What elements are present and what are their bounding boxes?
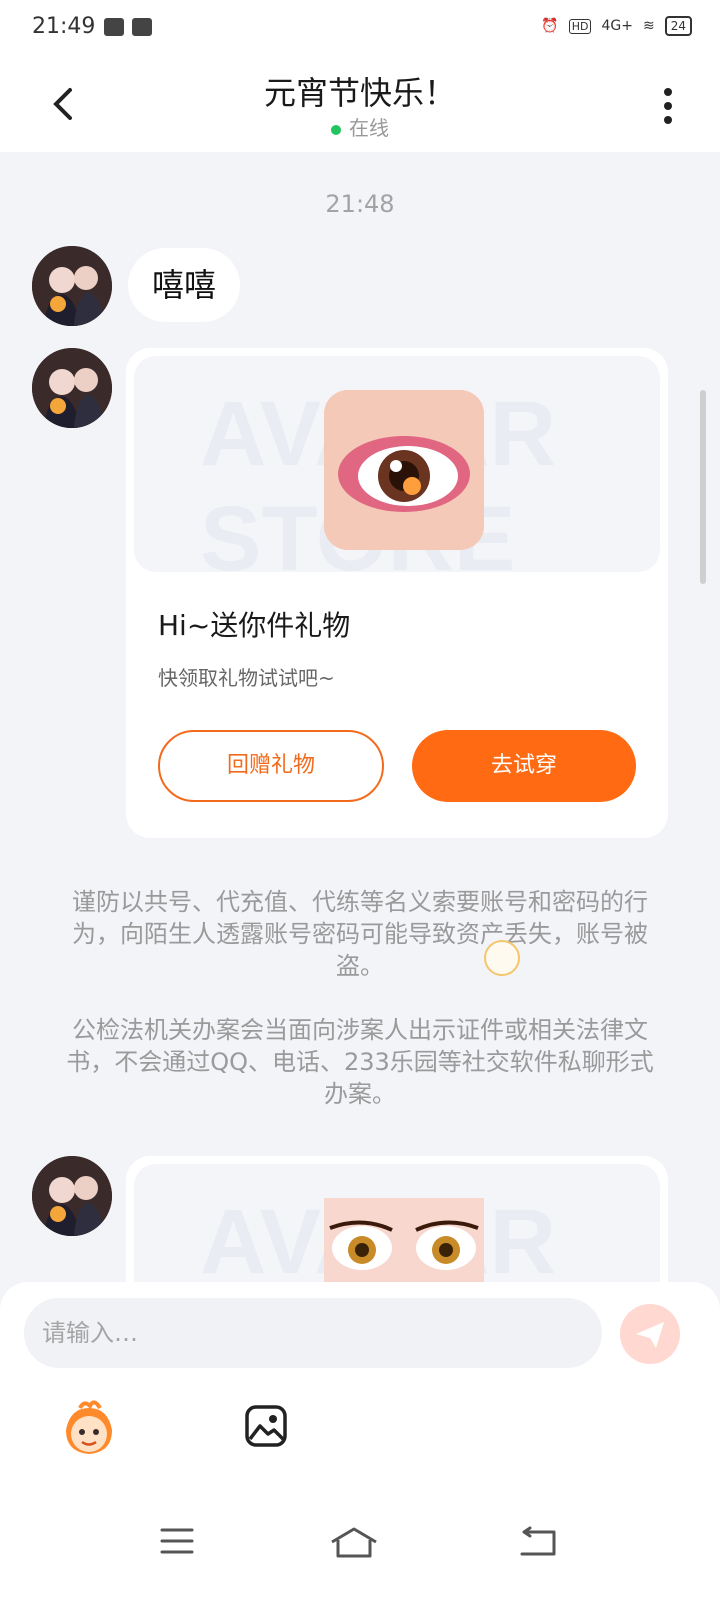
scrollbar[interactable] [700, 390, 706, 584]
chat-header: 元宵节快乐！ 在线 [0, 56, 720, 152]
avatar[interactable] [32, 246, 112, 326]
status-time: 21:49 [32, 14, 96, 39]
wifi-icon: ≋ [642, 18, 655, 34]
hd-icon: HD [568, 18, 592, 34]
try-on-button[interactable]: 去试穿 [412, 730, 636, 802]
app-icon [132, 18, 152, 36]
message-bubble[interactable]: 嘻嘻 [128, 248, 241, 322]
system-navbar [0, 1496, 720, 1600]
gift-title: Hi~送你件礼物 [158, 609, 351, 642]
online-status: 在线 [0, 112, 720, 141]
gift-item-image [324, 390, 484, 550]
police-notice: 公检法机关办案会当面向涉案人出示证件或相关法律文书，不会通过QQ、电话、233乐… [66, 1016, 654, 1108]
gift-banner: AVATAR STORE [134, 356, 660, 572]
home-icon[interactable] [330, 1526, 378, 1562]
gift-subtitle: 快领取礼物试试吧~ [158, 666, 335, 690]
avatar[interactable] [32, 1156, 112, 1236]
security-notice: 谨防以共号、代充值、代练等名义索要账号和密码的行为，向陌生人透露账号密码可能导致… [72, 888, 648, 980]
mascot-emoji-icon[interactable] [60, 1400, 118, 1458]
alarm-icon: ⏰ [541, 18, 559, 34]
menu-icon[interactable] [160, 1526, 194, 1560]
online-dot [331, 124, 341, 135]
gift-card[interactable]: AVATAR STORE [126, 1156, 668, 1302]
touch-indicator [484, 940, 520, 976]
chat-area[interactable]: 21:48 嘻嘻 AVATAR STORE Hi~送你件礼物 快领取礼物试试吧~… [0, 152, 720, 1302]
video-icon [104, 18, 124, 36]
gift-card[interactable]: AVATAR STORE Hi~送你件礼物 快领取礼物试试吧~ 回赠礼物 去试穿 [126, 348, 668, 838]
battery-indicator: 24 [664, 16, 692, 36]
status-bar: 21:49 ⏰ HD 4G+ ≋ 24 [0, 0, 720, 56]
status-right: ⏰ HD 4G+ ≋ 24 [541, 16, 692, 36]
return-gift-button[interactable]: 回赠礼物 [158, 730, 384, 802]
image-icon[interactable] [244, 1404, 288, 1448]
chat-title: 元宵节快乐！ [263, 74, 456, 112]
status-left-icons [104, 18, 152, 36]
back-nav-icon[interactable] [518, 1526, 558, 1562]
message-input[interactable]: 请输入… [24, 1298, 602, 1368]
more-icon[interactable] [660, 86, 676, 126]
online-label: 在线 [349, 116, 389, 140]
avatar[interactable] [32, 348, 112, 428]
send-icon[interactable] [620, 1304, 680, 1364]
message-time: 21:48 [325, 190, 395, 218]
network-label: 4G+ [601, 18, 633, 34]
